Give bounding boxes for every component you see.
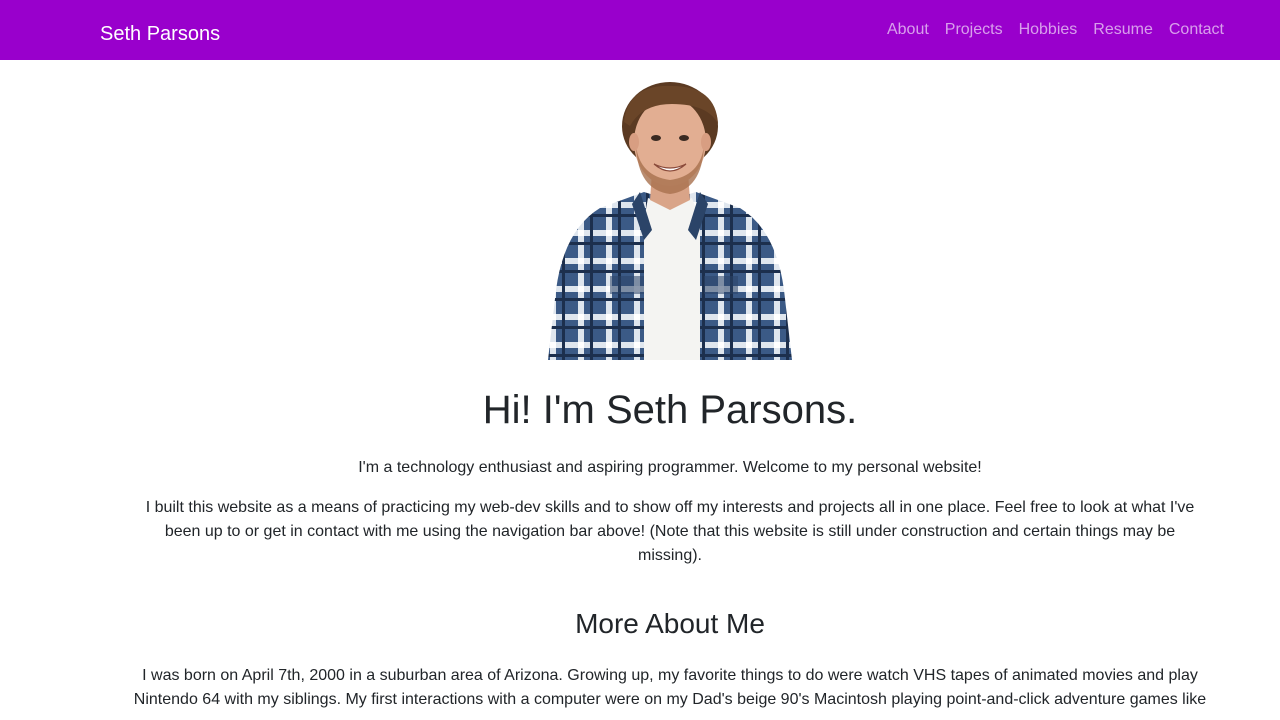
nav-link-about[interactable]: About [879,13,937,47]
profile-photo [540,80,800,360]
nav-link-resume[interactable]: Resume [1085,13,1161,47]
intro-text: I'm a technology enthusiast and aspiring… [358,459,982,476]
nav-links: About Projects Hobbies Resume Contact [879,0,1232,60]
about-text: I was born on April 7th, 2000 in a subur… [133,667,1207,708]
brand-link[interactable]: Seth Parsons [100,0,220,60]
page-title: Hi! I'm Seth Parsons. [482,388,858,432]
nav-link-hobbies[interactable]: Hobbies [1011,13,1086,47]
nav-link-contact[interactable]: Contact [1161,13,1232,47]
navbar: Seth Parsons About Projects Hobbies Resu… [0,0,1280,60]
description-text: I built this website as a means of pract… [145,499,1195,564]
nav-link-projects[interactable]: Projects [937,13,1011,47]
section-heading-about: More About Me [575,608,765,639]
